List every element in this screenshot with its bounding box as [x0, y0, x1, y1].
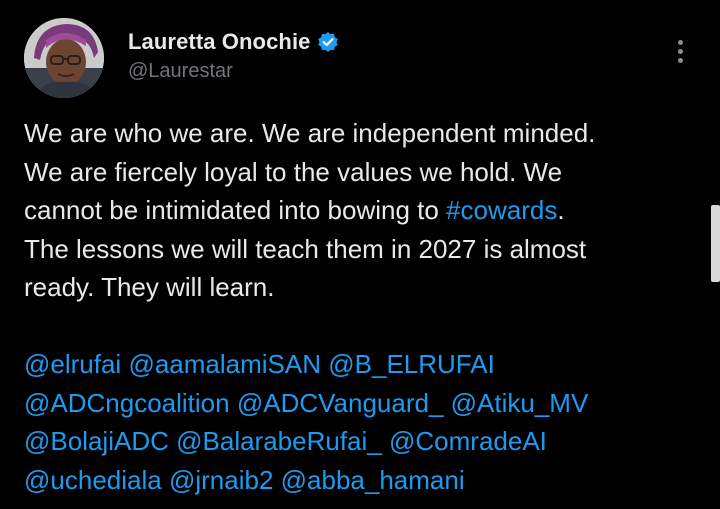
more-options-button[interactable] — [666, 34, 694, 68]
tweet-text-segment: ready. They will learn. — [24, 272, 275, 302]
user-handle[interactable]: @Laurestar — [128, 60, 339, 83]
tweet-text-segment: cannot be intimidated into bowing to — [24, 195, 447, 225]
profile-photo — [24, 18, 104, 98]
tweet-line: @ADCngcoalition @ADCVanguard_ @Atiku_MV — [24, 384, 694, 423]
mention-link[interactable]: @abba_hamani — [281, 465, 465, 495]
mention-link[interactable]: @aamalamiSAN — [128, 349, 321, 379]
tweet-text-segment — [230, 388, 237, 418]
paragraph-break — [24, 307, 694, 346]
mention-link[interactable]: @Atiku_MV — [451, 388, 589, 418]
tweet-text-segment: . — [557, 195, 565, 225]
tweet-line: ready. They will learn. — [24, 268, 694, 307]
author-info: Lauretta Onochie @Laurestar — [128, 28, 339, 83]
tweet-line: cannot be intimidated into bowing to #co… — [24, 191, 694, 230]
tweet-line: The lessons we will teach them in 2027 i… — [24, 230, 694, 269]
tweet-text-segment — [382, 426, 389, 456]
tweet-text-segment — [273, 465, 280, 495]
avatar[interactable] — [24, 18, 104, 98]
more-vertical-icon-dot — [677, 57, 683, 63]
more-vertical-icon-dot — [677, 48, 683, 54]
name-row: Lauretta Onochie — [128, 28, 339, 56]
tweet-text-segment: We are fiercely loyal to the values we h… — [24, 156, 563, 187]
tweet-text-segment — [162, 465, 169, 495]
more-vertical-icon-dot — [677, 39, 683, 45]
tweet-text-segment: We are who we are. We are independent mi… — [24, 118, 596, 148]
mention-link[interactable]: @BalarabeRufai_ — [176, 426, 382, 456]
tweet-line: We are who we are. We are independent mi… — [24, 114, 694, 153]
tweet-line: @BolajiADC @BalarabeRufai_ @ComradeAI — [24, 422, 694, 461]
tweet-text-segment: The lessons we will teach them in 2027 i… — [24, 233, 587, 264]
tweet-text-segment — [443, 388, 450, 418]
mention-link[interactable]: @elrufai — [24, 349, 121, 379]
mention-link[interactable]: @jrnaib2 — [169, 465, 273, 495]
tweet-line: @elrufai @aamalamiSAN @B_ELRUFAI — [24, 345, 694, 384]
mention-link[interactable]: @ADCngcoalition — [24, 388, 230, 418]
mention-link[interactable]: @ADCVanguard_ — [237, 388, 444, 418]
mention-link[interactable]: @uchediala — [24, 465, 162, 495]
mention-link[interactable]: @ComradeAI — [389, 426, 547, 456]
tweet-text: We are who we are. We are independent mi… — [24, 114, 694, 499]
mention-link[interactable]: @BolajiADC — [24, 426, 169, 456]
verified-badge-icon — [317, 31, 339, 53]
scrollbar[interactable] — [711, 205, 720, 282]
mention-link[interactable]: @B_ELRUFAI — [328, 349, 495, 379]
tweet-line: @uchediala @jrnaib2 @abba_hamani — [24, 461, 694, 500]
tweet: Lauretta Onochie @Laurestar We are who w… — [0, 0, 720, 509]
hashtag-link[interactable]: #cowards — [446, 195, 557, 225]
tweet-line: We are fiercely loyal to the values we h… — [24, 153, 694, 192]
display-name[interactable]: Lauretta Onochie — [128, 29, 311, 55]
